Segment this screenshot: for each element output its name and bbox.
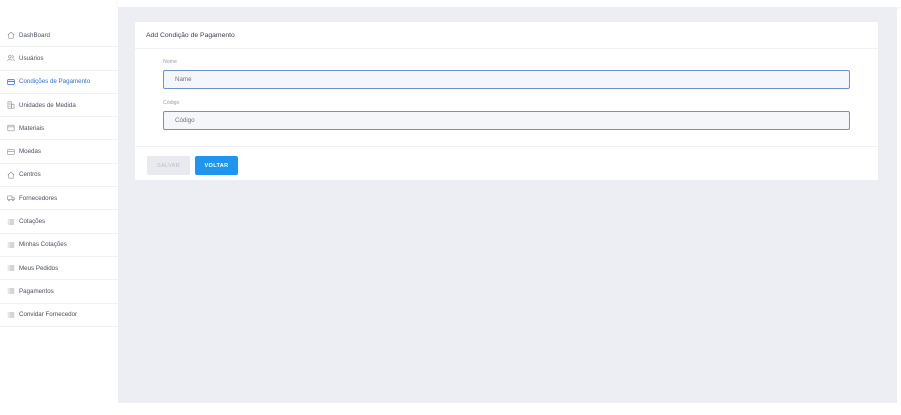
card-icon (6, 147, 15, 156)
sidebar-item-label: Minhas Cotações (19, 241, 67, 249)
sidebar-item-label: Convidar Fornecedor (19, 311, 78, 319)
sidebar-item-moedas[interactable]: Moedas (0, 140, 118, 164)
sidebar-item-convidar-fornecedor[interactable]: Convidar Fornecedor (0, 304, 118, 327)
home-icon (6, 170, 15, 179)
footer-area (0, 403, 901, 415)
list-icon (6, 310, 15, 319)
sidebar-item-minhas-cotacoes[interactable]: Minhas Cotações (0, 234, 118, 257)
building-icon (6, 101, 15, 110)
card-footer: SALVAR VOLTAR (135, 146, 878, 180)
payment-condition-form: Nome Código (163, 59, 850, 130)
sidebar-item-unidades-de-medida[interactable]: Unidades de Medida (0, 94, 118, 118)
sidebar-item-condicoes-de-pagamento[interactable]: Condições de Pagamento (0, 71, 118, 94)
sidebar-item-label: Condições de Pagamento (19, 78, 91, 86)
sidebar-item-usuarios[interactable]: Usuários (0, 47, 118, 71)
form-card: Add Condição de Pagamento Nome Código SA… (135, 22, 878, 180)
sidebar-item-pagamentos[interactable]: Pagamentos (0, 280, 118, 304)
sidebar-item-label: Moedas (19, 148, 42, 156)
sidebar-item-label: Fornecedores (19, 194, 58, 202)
sidebar-item-label: Materiais (19, 124, 45, 132)
sidebar-item-fornecedores[interactable]: Fornecedores (0, 187, 118, 211)
code-label: Código (163, 100, 180, 106)
sidebar-item-label: Unidades de Medida (19, 101, 76, 109)
card-icon (6, 77, 15, 86)
top-bar (118, 0, 901, 7)
main-content: Add Condição de Pagamento Nome Código SA… (118, 7, 897, 403)
box-icon (6, 124, 15, 133)
back-button[interactable]: VOLTAR (195, 156, 238, 175)
list-icon (6, 240, 15, 249)
name-label: Nome (163, 59, 177, 65)
sidebar-item-label: DashBoard (19, 31, 50, 39)
sidebar-item-label: Usuários (19, 54, 44, 62)
sidebar-item-label: Meus Pedidos (19, 264, 59, 272)
sidebar-item-materiais[interactable]: Materiais (0, 117, 118, 141)
list-icon (6, 217, 15, 226)
sidebar-item-dashboard[interactable]: DashBoard (0, 24, 118, 48)
code-field[interactable] (163, 111, 850, 130)
users-icon (6, 54, 15, 63)
sidebar-item-cotacoes[interactable]: Cotações (0, 210, 118, 234)
sidebar-item-meus-pedidos[interactable]: Meus Pedidos (0, 257, 118, 281)
list-icon (6, 287, 15, 296)
sidebar-item-label: Pagamentos (19, 287, 54, 295)
save-button[interactable]: SALVAR (147, 156, 190, 175)
list-icon (6, 264, 15, 273)
sidebar: DashBoard Usuários Condições de Pagament… (0, 0, 118, 415)
sidebar-item-label: Centros (19, 171, 41, 179)
home-icon (6, 31, 15, 40)
sidebar-item-label: Cotações (19, 218, 46, 226)
truck-icon (6, 194, 15, 203)
name-field[interactable] (163, 70, 850, 89)
card-title: Add Condição de Pagamento (135, 22, 878, 49)
sidebar-item-centros[interactable]: Centros (0, 164, 118, 188)
